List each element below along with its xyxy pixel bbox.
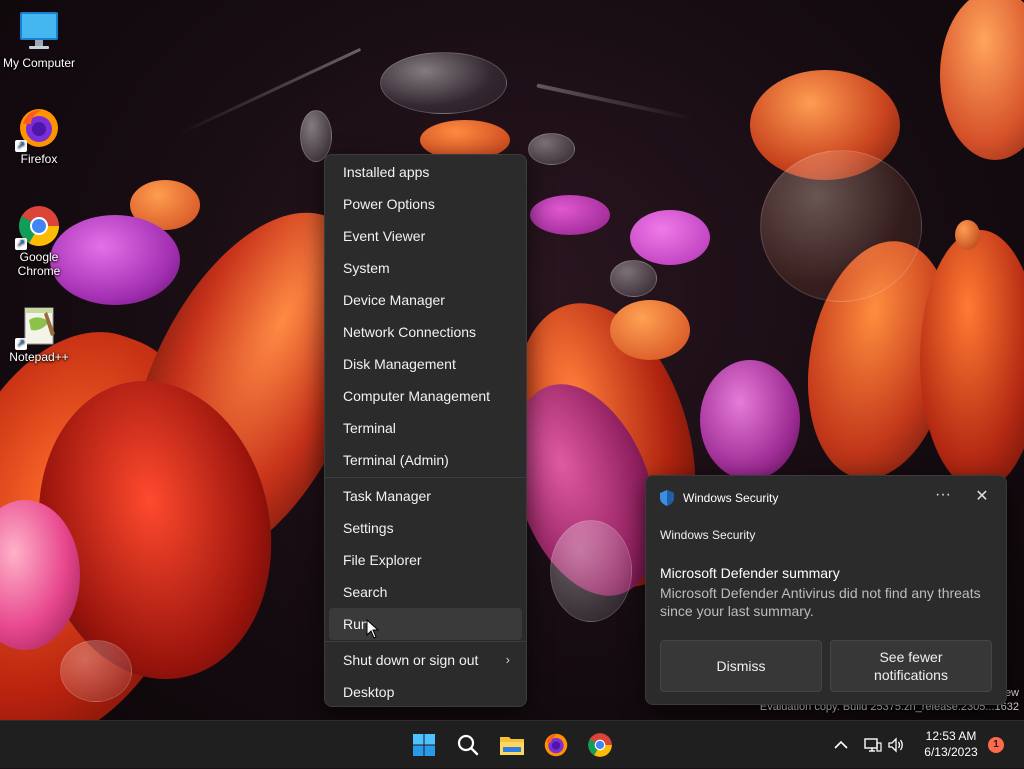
firefox-icon xyxy=(544,733,568,757)
menu-separator xyxy=(325,477,526,478)
shortcut-arrow-icon: ↗ xyxy=(15,238,27,250)
toast-body: Microsoft Defender Antivirus did not fin… xyxy=(660,585,981,619)
desktop-icon-google-chrome[interactable]: ↗ Google Chrome xyxy=(0,204,78,278)
clock-date: 6/13/2023 xyxy=(924,745,978,759)
notification-count-badge[interactable]: 1 xyxy=(988,737,1004,753)
volume-button[interactable] xyxy=(886,721,906,769)
network-status-button[interactable] xyxy=(862,721,884,769)
chevron-right-icon: › xyxy=(505,652,510,667)
menu-item-desktop[interactable]: Desktop xyxy=(329,676,522,708)
clock-time: 12:53 AM xyxy=(925,729,977,743)
toast-app-name: Windows Security xyxy=(660,528,756,542)
menu-item-task-manager[interactable]: Task Manager xyxy=(329,480,522,512)
shortcut-arrow-icon: ↗ xyxy=(15,140,27,152)
desktop-icon-label: Notepad++ xyxy=(9,350,69,364)
chrome-icon: ↗ xyxy=(15,204,61,250)
speaker-icon xyxy=(888,737,903,753)
desktop-icon-label: Firefox xyxy=(20,152,58,166)
menu-item-installed-apps[interactable]: Installed apps xyxy=(329,156,522,188)
menu-item-terminal[interactable]: Terminal xyxy=(329,412,522,444)
show-hidden-icons-button[interactable] xyxy=(832,721,850,769)
windows-security-toast[interactable]: Windows Security ··· ✕ Windows Security … xyxy=(645,475,1007,705)
firefox-icon: ↗ xyxy=(15,106,61,152)
search-button[interactable] xyxy=(452,729,484,761)
shield-icon xyxy=(660,490,674,506)
menu-item-file-explorer[interactable]: File Explorer xyxy=(329,544,522,576)
more-options-icon[interactable]: ··· xyxy=(933,486,953,508)
clock-button[interactable]: 12:53 AM 6/13/2023 xyxy=(918,728,984,760)
shortcut-arrow-icon: ↗ xyxy=(15,338,27,350)
menu-item-shut-down-or-sign-out[interactable]: Shut down or sign out › xyxy=(329,644,522,676)
menu-item-device-manager[interactable]: Device Manager xyxy=(329,284,522,316)
notepadpp-icon: ↗ xyxy=(15,304,61,350)
menu-item-power-options[interactable]: Power Options xyxy=(329,188,522,220)
menu-item-computer-management[interactable]: Computer Management xyxy=(329,380,522,412)
dismiss-button[interactable]: Dismiss xyxy=(660,640,822,692)
toast-title: Microsoft Defender summary xyxy=(660,565,840,581)
menu-item-disk-management[interactable]: Disk Management xyxy=(329,348,522,380)
desktop-icon-notepadpp[interactable]: ↗ Notepad++ xyxy=(0,304,78,364)
menu-item-system[interactable]: System xyxy=(329,252,522,284)
menu-item-run[interactable]: Run xyxy=(329,608,522,640)
search-icon xyxy=(457,734,479,756)
desktop-icon-label: Google Chrome xyxy=(17,250,61,278)
desktop-icon-my-computer[interactable]: My Computer xyxy=(0,10,78,70)
start-button[interactable] xyxy=(408,729,440,761)
file-explorer-button[interactable] xyxy=(496,729,528,761)
menu-item-label: Shut down or sign out xyxy=(343,652,479,668)
network-icon xyxy=(864,738,882,752)
see-fewer-notifications-button[interactable]: See fewer notifications xyxy=(830,640,992,692)
toast-header: Windows Security xyxy=(660,489,778,507)
taskbar: 12:53 AM 6/13/2023 1 xyxy=(0,720,1024,768)
chrome-taskbar-button[interactable] xyxy=(584,729,616,761)
menu-item-settings[interactable]: Settings xyxy=(329,512,522,544)
menu-item-terminal-admin[interactable]: Terminal (Admin) xyxy=(329,444,522,476)
menu-separator xyxy=(325,641,526,642)
firefox-taskbar-button[interactable] xyxy=(540,729,572,761)
menu-item-network-connections[interactable]: Network Connections xyxy=(329,316,522,348)
file-explorer-icon xyxy=(500,737,524,755)
start-icon xyxy=(413,734,435,756)
menu-item-event-viewer[interactable]: Event Viewer xyxy=(329,220,522,252)
monitor-icon xyxy=(17,10,61,54)
chevron-up-icon xyxy=(834,740,848,749)
desktop-icon-firefox[interactable]: ↗ Firefox xyxy=(0,106,78,166)
mouse-cursor-icon xyxy=(366,618,380,644)
toast-header-title: Windows Security xyxy=(683,491,779,505)
winx-context-menu: Installed apps Power Options Event Viewe… xyxy=(324,154,527,707)
desktop-icon-label: My Computer xyxy=(2,56,76,70)
watermark-text: ew xyxy=(1004,687,1019,699)
close-icon[interactable]: ✕ xyxy=(971,486,993,508)
menu-item-search[interactable]: Search xyxy=(329,576,522,608)
chrome-icon xyxy=(588,733,612,757)
